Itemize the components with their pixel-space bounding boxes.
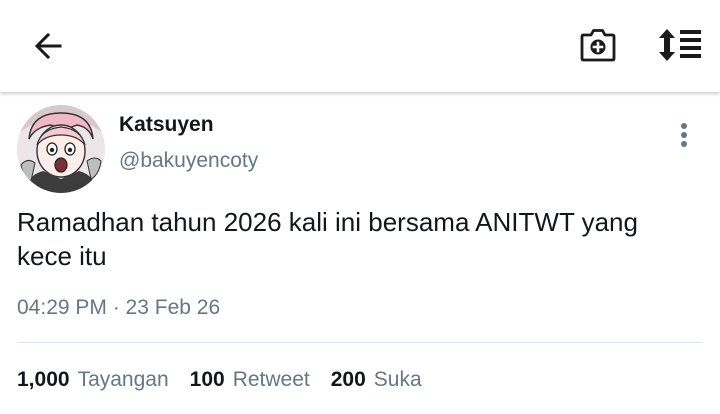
top-app-bar [0, 0, 720, 92]
back-button[interactable] [24, 24, 72, 68]
retweets-label: Retweet [232, 368, 310, 391]
views-stat[interactable]: 1,000 Tayangan [17, 368, 169, 392]
camera-button[interactable] [574, 20, 622, 70]
likes-stat[interactable]: 200 Suka [331, 368, 422, 392]
avatar[interactable] [17, 105, 105, 193]
avatar-image [17, 105, 105, 193]
tweet-stats: 1,000 Tayangan 100 Retweet 200 Suka [17, 368, 443, 392]
tweet-text: Ramadhan tahun 2026 kali ini bersama ANI… [17, 207, 638, 271]
views-label: Tayangan [77, 368, 169, 391]
likes-count: 200 [330, 368, 366, 391]
views-count: 1,000 [17, 368, 70, 391]
likes-label: Suka [373, 368, 422, 391]
camera-plus-icon [580, 29, 616, 62]
more-options-button[interactable] [670, 118, 698, 152]
retweets-count: 100 [189, 368, 225, 391]
display-name[interactable]: Katsuyen [119, 113, 214, 137]
tweet-timestamp: 04:29 PM · 23 Feb 26 [17, 296, 221, 319]
sort-button[interactable] [654, 20, 706, 70]
sort-list-icon [659, 29, 701, 61]
retweets-stat[interactable]: 100 Retweet [190, 368, 310, 392]
user-handle[interactable]: @bakuyencoty [119, 149, 258, 173]
divider [17, 342, 703, 343]
more-vertical-icon [681, 123, 687, 147]
arrow-left-icon [34, 32, 62, 60]
tweet-card: Katsuyen @bakuyencoty Ramadhan tahun 202… [0, 92, 720, 414]
